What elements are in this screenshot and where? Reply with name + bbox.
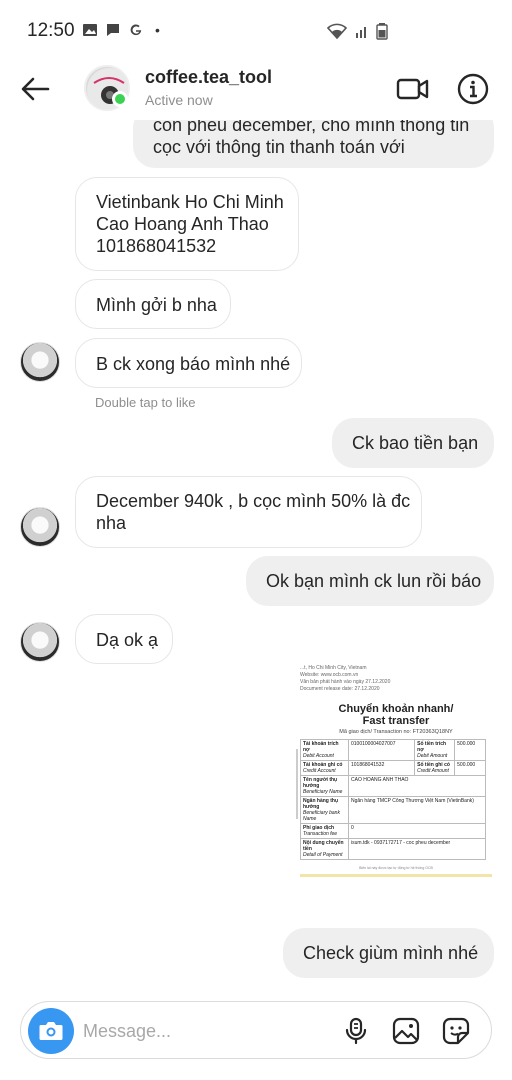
chat-header: coffee.tea_tool Active now bbox=[0, 60, 512, 120]
cell-value: CAO HOANG ANH THAO bbox=[348, 775, 486, 797]
receipt-line: Văn bản phát hành vào ngày 27.12.2020 bbox=[300, 679, 391, 685]
info-icon[interactable] bbox=[456, 72, 490, 106]
cell-value: Ngân hàng TMCP Công Thương Việt Nam (Vie… bbox=[348, 796, 486, 824]
receipt-header-text: ...t, Ho Chi Minh City, Vietnam Website:… bbox=[300, 665, 492, 693]
cell-label-en: Debit Amount bbox=[417, 753, 448, 759]
receipt-row: Tài khoản ghi có Credit Account 101868041… bbox=[300, 760, 486, 776]
cell-label-en: Credit Account bbox=[303, 768, 336, 774]
receipt-line: ...t, Ho Chi Minh City, Vietnam bbox=[300, 665, 367, 671]
sticker-icon[interactable] bbox=[441, 1016, 471, 1046]
message-bubble-incoming[interactable]: December 940k , b cọc mình 50% là đc nha bbox=[75, 476, 422, 548]
receipt-transaction-no: Mã giao dịch/ Transaction no: FT20363Q18… bbox=[339, 729, 453, 735]
message-bubble-outgoing[interactable]: con phếu december, cho mình thông tin cọ… bbox=[133, 120, 494, 168]
cell-label-en: Debit Account bbox=[303, 753, 334, 759]
online-indicator bbox=[112, 91, 128, 107]
gallery-notification-icon bbox=[83, 24, 97, 36]
receipt-table: Tài khoản trích nợ Debit Account 01001000… bbox=[300, 739, 486, 860]
sender-avatar[interactable] bbox=[20, 507, 60, 547]
cell-label: Số tiền trích nợ bbox=[417, 741, 447, 753]
message-text: B ck xong báo mình nhé bbox=[96, 354, 291, 374]
message-text: 101868041532 bbox=[96, 236, 217, 256]
receipt-line: Document release date: 27.12.2020 bbox=[300, 686, 380, 692]
cell-value: 500.000 bbox=[454, 760, 486, 776]
microphone-icon[interactable] bbox=[341, 1016, 371, 1046]
cell-label-en: Beneficiary Name bbox=[303, 789, 343, 795]
cell-label-en: Detail of Payment bbox=[303, 852, 343, 858]
message-bubble-outgoing[interactable]: Ok bạn mình ck lun rồi báo bbox=[246, 556, 494, 606]
cell-value: 0100100004027007 bbox=[347, 739, 416, 761]
receipt-footer: Biên lai này được tạo tự động từ hệ thốn… bbox=[359, 866, 433, 870]
shared-receipt-image[interactable]: ...t, Ho Chi Minh City, Vietnam Website:… bbox=[296, 665, 492, 877]
message-text: December 940k , b cọc mình 50% là đc bbox=[96, 491, 411, 511]
sender-avatar[interactable] bbox=[20, 342, 60, 382]
cell-label: Tên người thụ hưởng bbox=[303, 777, 338, 789]
message-text: Mình gởi b nha bbox=[96, 295, 217, 315]
message-text: Check giùm mình nhé bbox=[303, 943, 479, 963]
receipt-row: Phí giao dịch Transaction fee 0 bbox=[300, 823, 486, 839]
message-bubble-outgoing[interactable]: Ck bao tiền bạn bbox=[332, 418, 494, 468]
cell-value: 101868041532 bbox=[347, 760, 416, 776]
contact-name[interactable]: coffee.tea_tool bbox=[145, 67, 272, 88]
arrow-left-icon[interactable] bbox=[18, 72, 52, 106]
cell-label-en: Beneficiary bank Name bbox=[303, 810, 340, 822]
message-list[interactable]: con phếu december, cho mình thông tin cọ… bbox=[0, 120, 512, 992]
status-bar: 12:50 • bbox=[0, 0, 512, 64]
cell-label: Nội dung chuyển tiền bbox=[303, 840, 344, 852]
wifi-icon bbox=[326, 23, 348, 40]
message-composer bbox=[20, 1001, 492, 1059]
chat-notification-icon bbox=[107, 24, 119, 36]
google-notification-icon bbox=[130, 24, 142, 36]
cell-label: Tài khoản trích nợ bbox=[303, 741, 339, 753]
receipt-edge bbox=[296, 749, 298, 819]
sender-avatar[interactable] bbox=[20, 622, 60, 662]
video-camera-icon[interactable] bbox=[396, 74, 430, 104]
cell-label-en: Transaction fee bbox=[303, 831, 338, 837]
message-text: nha bbox=[96, 513, 127, 533]
notification-icons: • bbox=[82, 22, 160, 38]
message-input[interactable] bbox=[83, 1016, 293, 1046]
message-bubble-incoming[interactable]: Mình gởi b nha bbox=[75, 279, 231, 329]
message-text: Ok bạn mình ck lun rồi báo bbox=[266, 571, 482, 591]
receipt-title-line: Fast transfer bbox=[362, 715, 430, 727]
double-tap-hint: Double tap to like bbox=[95, 395, 196, 410]
cell-value: isum.tdk - 0937172717 - coc pheu decembe… bbox=[348, 838, 486, 860]
system-icons bbox=[326, 22, 388, 40]
message-text: Vietinbank Ho Chi Minh bbox=[96, 192, 284, 212]
message-bubble-incoming[interactable]: Vietinbank Ho Chi Minh Cao Hoang Anh Tha… bbox=[75, 177, 299, 271]
message-text: cọc với thông tin thanh toán với bbox=[153, 137, 405, 157]
message-text: Dạ ok ạ bbox=[96, 630, 159, 650]
receipt-row: Ngân hàng thụ hưởng Beneficiary bank Name… bbox=[300, 796, 486, 824]
receipt-title-line: Chuyển khoản nhanh/ bbox=[338, 703, 454, 715]
image-icon[interactable] bbox=[391, 1016, 421, 1046]
message-bubble-incoming[interactable]: B ck xong báo mình nhé bbox=[75, 338, 302, 388]
message-text: con phếu december, cho mình thông tin bbox=[153, 120, 470, 135]
status-time: 12:50 bbox=[27, 20, 75, 41]
receipt-title: Chuyển khoản nhanh/ Fast transfer bbox=[300, 703, 492, 727]
battery-icon bbox=[376, 23, 388, 40]
receipt-row: Tài khoản trích nợ Debit Account 01001000… bbox=[300, 739, 486, 761]
message-text: Ck bao tiền bạn bbox=[352, 433, 479, 453]
message-text: Cao Hoang Anh Thao bbox=[96, 214, 269, 234]
receipt-row: Nội dung chuyển tiền Detail of Payment is… bbox=[300, 838, 486, 860]
receipt-line: Website: www.ocb.com.vn bbox=[300, 672, 359, 678]
status-dot: • bbox=[155, 22, 160, 38]
cell-value: 0 bbox=[348, 823, 486, 839]
contact-status: Active now bbox=[145, 92, 213, 108]
cell-label-en: Credit Amount bbox=[417, 768, 449, 774]
camera-button[interactable] bbox=[28, 1008, 74, 1054]
camera-icon bbox=[39, 1022, 63, 1040]
cell-value: 500.000 bbox=[454, 739, 486, 761]
message-bubble-outgoing[interactable]: Check giùm mình nhé bbox=[283, 928, 494, 978]
cell-label: Ngân hàng thụ hưởng bbox=[303, 798, 338, 810]
signal-icon bbox=[356, 27, 366, 38]
receipt-row: Tên người thụ hưởng Beneficiary Name CAO … bbox=[300, 775, 486, 797]
receipt-bottom-bar bbox=[300, 874, 492, 877]
message-bubble-incoming[interactable]: Dạ ok ạ bbox=[75, 614, 173, 664]
